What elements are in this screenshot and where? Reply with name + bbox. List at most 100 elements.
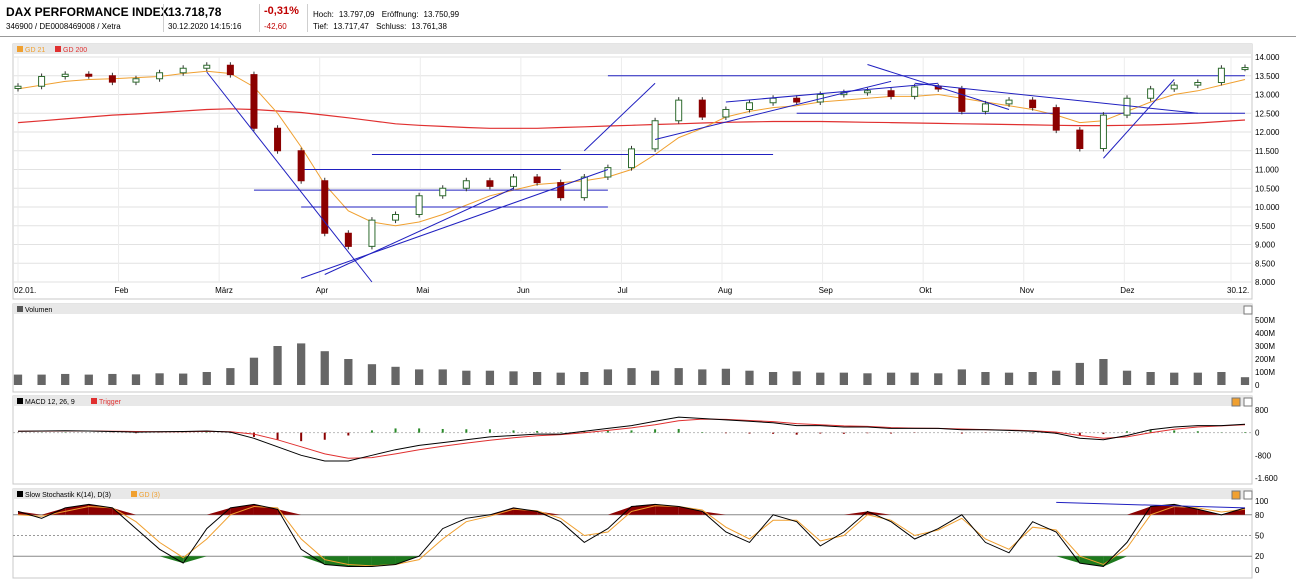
price-x-tick-label: Aug [718,286,732,295]
candle-up [415,195,423,215]
header-divider [163,4,164,32]
candle-up [1241,67,1249,71]
candle-up [651,120,659,150]
volume-y-tick-label: 500M [1255,316,1275,325]
candle-up [1170,84,1178,90]
candle-up [14,85,22,89]
volume-bar [155,373,164,385]
price-y-tick-label: 12.000 [1255,128,1280,137]
header-divider [307,4,308,32]
macd-legend-swatch [17,398,23,404]
volume-bar [650,370,660,385]
close-label: Schluss: [376,22,407,31]
candle-up [745,102,753,110]
candle-up [580,176,588,199]
quote-datetime: 30.12.2020 14:15:16 [168,22,242,31]
candle-up [1099,114,1107,149]
candle-up [1005,99,1013,105]
candle-up [203,64,211,69]
change-absolute: -42,60 [264,22,287,31]
candle-up [1147,88,1155,99]
volume-y-tick-label: 400M [1255,329,1275,338]
panel-title-bar [13,44,1252,54]
quote-high-open: Hoch: 13.797,09 Eröffnung: 13.750,99 [313,10,464,19]
stoch-panel-label: Slow Stochastik K(14), D(3) [25,492,111,499]
volume-bar [367,364,377,385]
candle-down [297,150,305,182]
price-x-tick-label: Jun [517,286,530,295]
candle-up [628,148,635,169]
candle-up [911,86,919,97]
candle-up [510,176,518,187]
price-y-tick-label: 8.000 [1255,278,1276,287]
candle-down [698,99,706,118]
close-value: 13.761,38 [411,22,447,31]
price-x-tick-label: 02.01. [14,286,36,295]
volume-bar [580,372,589,385]
volume-legend-swatch [17,306,23,312]
volume-bar [981,372,990,385]
high-value: 13.797,09 [338,10,375,19]
candle-up [61,73,69,77]
gd200-legend-swatch [55,46,61,52]
macd-y-tick-label: -800 [1255,451,1272,460]
candle-up [981,103,989,112]
price-x-tick-label: Jul [617,286,627,295]
close-panel-icon [1243,397,1253,407]
candle-up [604,167,612,178]
candle-up [156,72,164,80]
volume-bar [768,372,778,385]
price-y-tick-label: 11.000 [1255,166,1279,175]
volume-bar [61,373,70,385]
close-panel-icon [1243,305,1253,315]
header-divider [259,4,260,32]
volume-bar [816,372,825,385]
volume-bar [1099,359,1108,385]
price-y-tick-label: 9.500 [1255,222,1276,231]
volume-bar [1217,372,1226,385]
candle-up [38,76,46,87]
price-y-tick-label: 9.000 [1255,241,1276,250]
candle-up [132,78,140,83]
candle-up [722,109,730,118]
open-value: 13.750,99 [423,10,460,19]
price-x-tick-label: Mai [416,286,429,295]
candle-down [250,74,258,129]
candle-down [486,180,494,187]
last-price: 13.718,78 [168,5,222,19]
high-label: Hoch: [313,10,334,19]
volume-bar [84,374,93,385]
candle-down [108,75,116,83]
macd-panel-label: MACD 12, 26, 9 [25,399,75,406]
volume-y-tick-label: 200M [1255,355,1275,364]
volume-bar [320,351,329,385]
volume-bar [1052,370,1061,385]
volume-bar [1170,372,1179,385]
price-x-tick-label: März [215,286,233,295]
gd21-legend-swatch [17,46,23,52]
volume-bar [108,373,117,385]
price-y-tick-label: 8.500 [1255,259,1276,268]
trigger-legend-swatch [91,398,97,404]
instrument-title: DAX PERFORMANCE INDEX [6,5,169,19]
volume-bar [344,359,353,385]
settings-panel-icon [1231,397,1241,407]
volume-bar [179,373,188,385]
price-y-tick-label: 11.500 [1255,147,1279,156]
quote-low-close: Tief: 13.717,47 Schluss: 13.761,38 [313,22,452,31]
low-value: 13.717,47 [333,22,369,31]
low-label: Tief: [313,22,329,31]
candle-up [675,99,683,122]
candle-up [1194,82,1202,86]
volume-bar [1240,377,1250,385]
candle-down [1052,107,1060,131]
price-x-tick-label: Apr [316,286,329,295]
volume-y-tick-label: 300M [1255,342,1275,351]
candle-up [769,97,777,104]
volume-y-tick-label: 100M [1255,368,1275,377]
chart-area[interactable]: 14.000 13.500 13.000 12.500 12.000 11.500 11.0… [0,38,1296,586]
open-label: Eröffnung: [381,10,419,19]
volume-bar [249,357,259,385]
volume-bar [438,369,447,385]
price-y-tick-label: 13.500 [1255,72,1280,81]
